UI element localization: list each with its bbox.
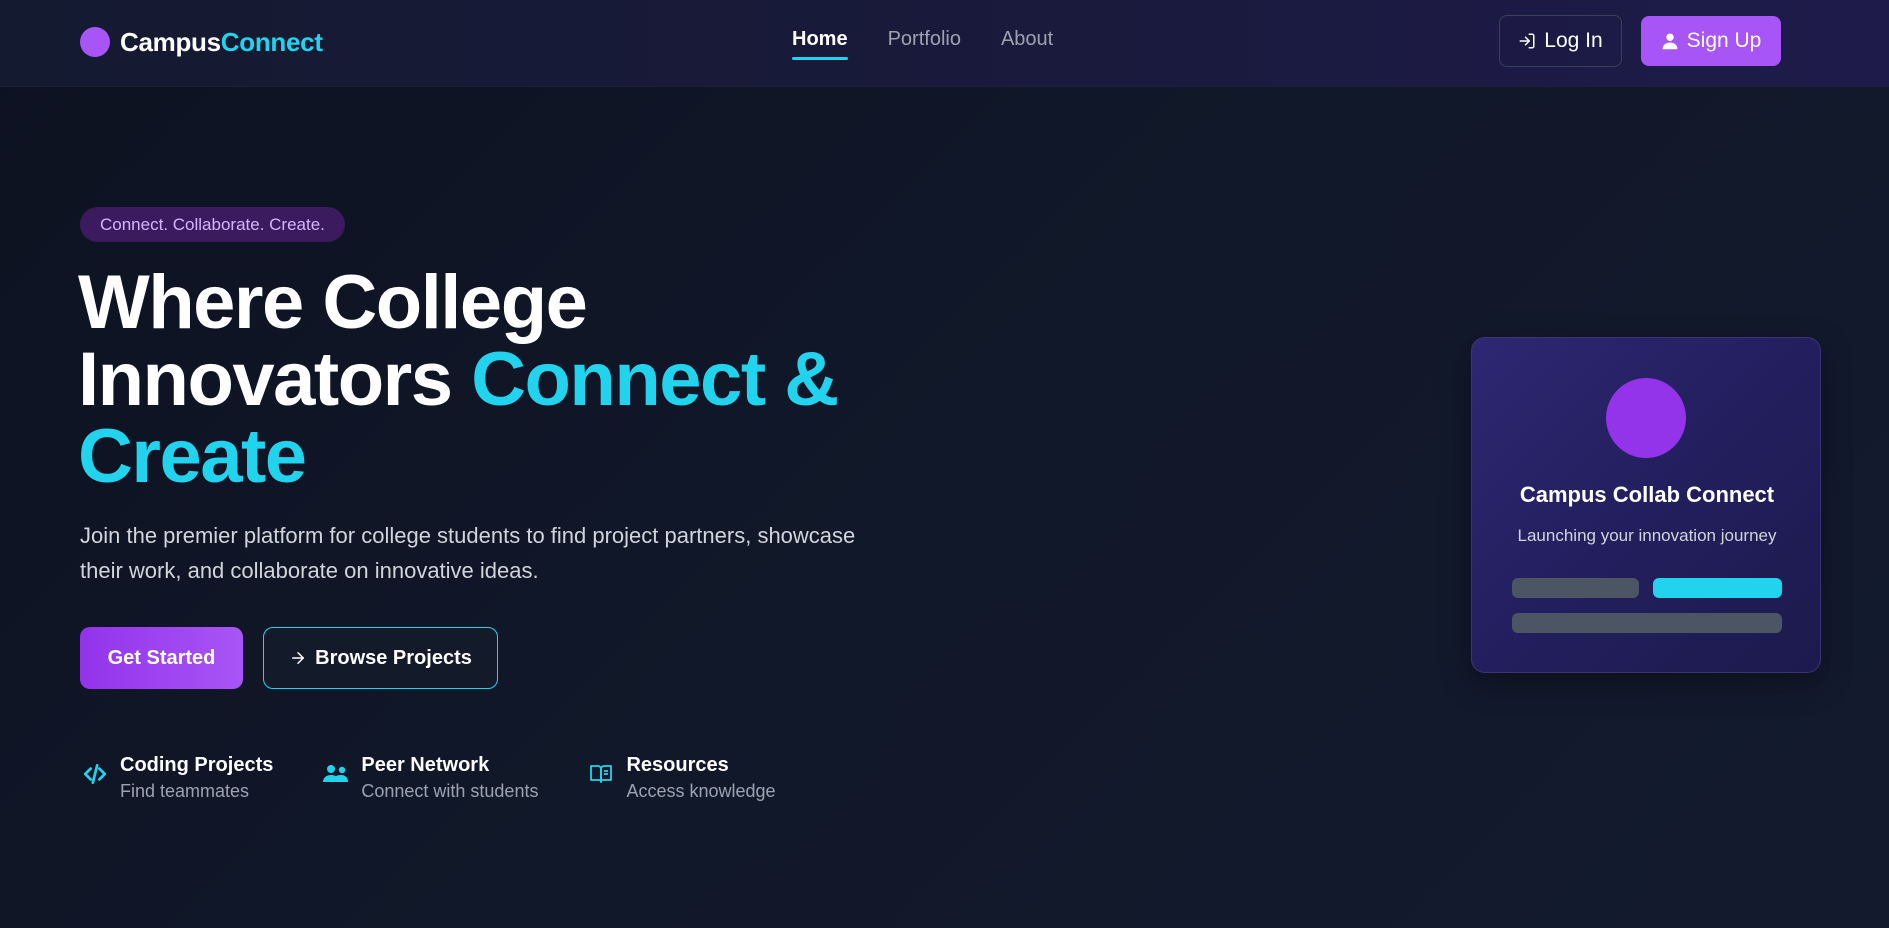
nav-item-portfolio[interactable]: Portfolio [888, 26, 961, 60]
nav-item-home[interactable]: Home [792, 26, 848, 60]
code-icon [80, 759, 110, 789]
user-icon [1661, 31, 1679, 51]
placeholder-bar [1512, 578, 1639, 598]
book-open-icon [586, 759, 616, 789]
brand-logo[interactable]: CampusConnect [80, 26, 323, 58]
users-icon [321, 759, 351, 789]
headline-line2-cyan: Connect & [471, 337, 839, 422]
feature-list: Coding Projects Find teammates Peer Netw… [80, 753, 824, 805]
brand-name: CampusConnect [120, 27, 323, 58]
feature-subtitle: Find teammates [120, 781, 250, 801]
get-started-button[interactable]: Get Started [80, 627, 243, 689]
login-button[interactable]: Log In [1499, 15, 1622, 67]
avatar [1606, 378, 1686, 458]
arrow-right-icon [289, 649, 307, 667]
placeholder-bar-accent [1653, 578, 1782, 598]
login-label: Log In [1544, 29, 1603, 52]
feature-title: Coding Projects [120, 754, 274, 776]
brand-name-part1: Campus [120, 26, 221, 57]
card-title: Campus Collab Connect [1519, 482, 1775, 507]
top-navbar: CampusConnect Home Portfolio About Log I… [0, 0, 1889, 87]
landing-page: CampusConnect Home Portfolio About Log I… [0, 0, 1889, 928]
signup-button[interactable]: Sign Up [1641, 16, 1781, 66]
headline-line2-white: Innovators [78, 337, 453, 422]
logo-circle-icon [80, 27, 110, 57]
feature-coding-projects: Coding Projects Find teammates [80, 753, 273, 805]
nav-item-about[interactable]: About [1001, 26, 1053, 60]
preview-card: Campus Collab Connect Launching your inn… [1471, 337, 1821, 673]
main-nav: Home Portfolio About [792, 26, 1093, 62]
headline-line1: Where College [78, 260, 588, 345]
brand-name-part2: Connect [220, 26, 323, 57]
card-subtitle: Launching your innovation journey [1517, 526, 1777, 545]
placeholder-bar [1512, 613, 1782, 633]
headline-line3-cyan: Create [78, 414, 307, 499]
hero-headline: Where College Innovators Connect & Creat… [78, 264, 898, 495]
browse-projects-button[interactable]: Browse Projects [263, 627, 498, 689]
feature-subtitle: Access knowledge [626, 781, 776, 801]
login-arrow-icon [1518, 32, 1536, 50]
signup-label: Sign Up [1686, 29, 1762, 52]
feature-title: Resources [626, 754, 729, 776]
feature-resources: Resources Access knowledge [586, 753, 776, 805]
tagline-badge: Connect. Collaborate. Create. [80, 207, 345, 242]
feature-subtitle: Connect with students [361, 781, 539, 801]
feature-peer-network: Peer Network Connect with students [321, 753, 538, 805]
hero-subtitle: Join the premier platform for college st… [80, 523, 856, 583]
browse-projects-label: Browse Projects [315, 646, 472, 669]
feature-title: Peer Network [361, 754, 490, 776]
